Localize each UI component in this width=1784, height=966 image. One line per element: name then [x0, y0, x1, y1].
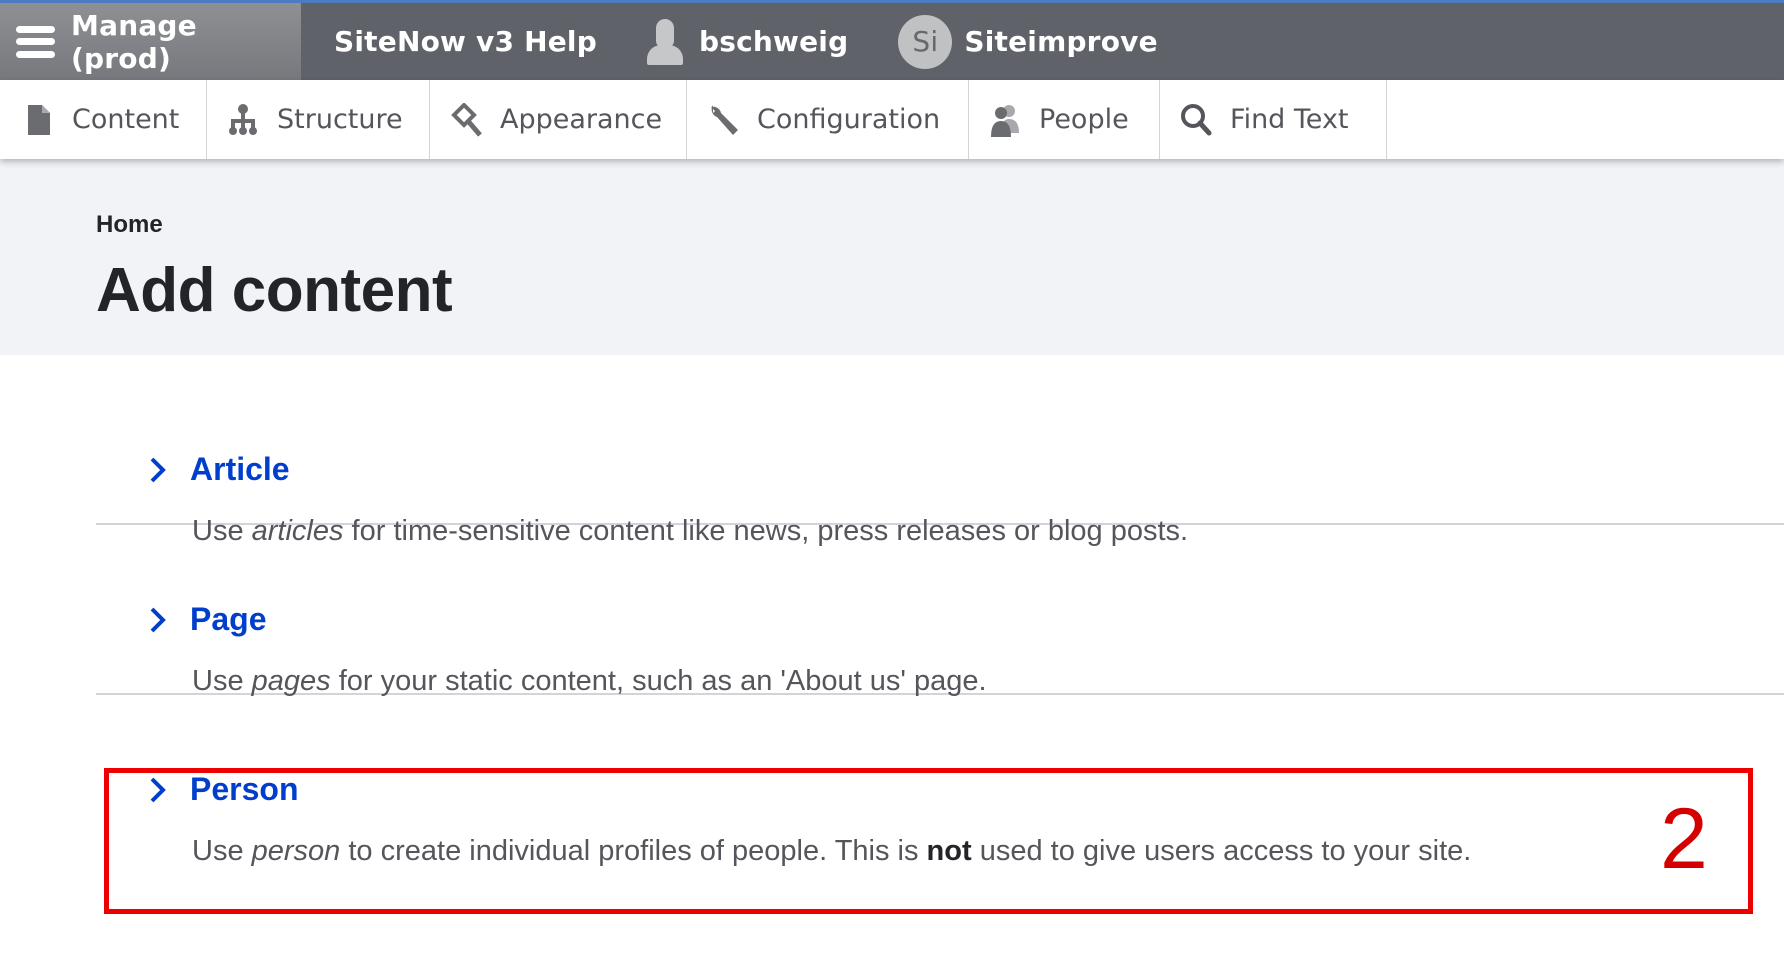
annotation-highlight-box	[104, 768, 1753, 914]
list-item-page: Page Use pages for your static content, …	[96, 525, 1784, 698]
breadcrumb-home[interactable]: Home	[96, 211, 163, 239]
tab-people-label: People	[1039, 104, 1129, 135]
tab-appearance[interactable]: Appearance	[430, 80, 687, 159]
hamburger-icon	[16, 25, 56, 58]
list-item-article: Article Use articles for time-sensitive …	[96, 355, 1784, 547]
tab-structure[interactable]: Structure	[207, 80, 430, 159]
tab-appearance-label: Appearance	[500, 104, 663, 135]
user-label: bschweig	[698, 25, 849, 58]
tab-content[interactable]: Content	[0, 80, 207, 159]
wrench-icon	[707, 103, 739, 137]
desc-text: for your static content, such as an 'Abo…	[330, 665, 987, 697]
chevron-right-icon	[150, 607, 166, 632]
file-icon	[22, 103, 54, 137]
tab-content-label: Content	[72, 104, 180, 135]
help-label: SiteNow v3 Help	[334, 25, 597, 58]
people-icon	[989, 103, 1021, 137]
desc-emphasis: pages	[251, 665, 331, 697]
search-icon	[1180, 103, 1212, 137]
manage-label: Manage (prod)	[71, 8, 197, 75]
tab-people[interactable]: People	[969, 80, 1160, 159]
user-icon	[646, 18, 683, 65]
siteimprove-button[interactable]: Si Siteimprove	[898, 3, 1158, 80]
tab-find-text[interactable]: Find Text	[1160, 80, 1387, 159]
chevron-right-icon	[150, 457, 166, 482]
paintbrush-icon	[450, 102, 482, 137]
manage-menu-button[interactable]: Manage (prod)	[0, 3, 301, 80]
page-label: Page	[190, 601, 267, 637]
siteimprove-icon: Si	[898, 14, 953, 69]
page-link[interactable]: Page	[148, 601, 266, 638]
page-title: Add content	[96, 256, 453, 325]
article-link[interactable]: Article	[148, 451, 290, 488]
tab-find-text-label: Find Text	[1230, 104, 1349, 135]
sitemap-icon	[227, 103, 259, 137]
annotation-number: 2	[1660, 791, 1708, 887]
tab-configuration-label: Configuration	[757, 104, 941, 135]
desc-text: Use	[192, 665, 252, 697]
article-label: Article	[190, 451, 290, 487]
user-menu-button[interactable]: bschweig	[646, 3, 898, 80]
siteimprove-label: Siteimprove	[964, 25, 1158, 58]
page-description: Use pages for your static content, such …	[192, 665, 987, 698]
tab-structure-label: Structure	[277, 104, 403, 135]
admin-tray: Content Structure Appearance Configurati…	[0, 80, 1784, 159]
admin-toolbar: Manage (prod) SiteNow v3 Help bschweig S…	[0, 0, 1784, 80]
tab-configuration[interactable]: Configuration	[687, 80, 969, 159]
help-link[interactable]: SiteNow v3 Help	[301, 3, 647, 80]
page-header: Home Add content	[0, 159, 1784, 355]
